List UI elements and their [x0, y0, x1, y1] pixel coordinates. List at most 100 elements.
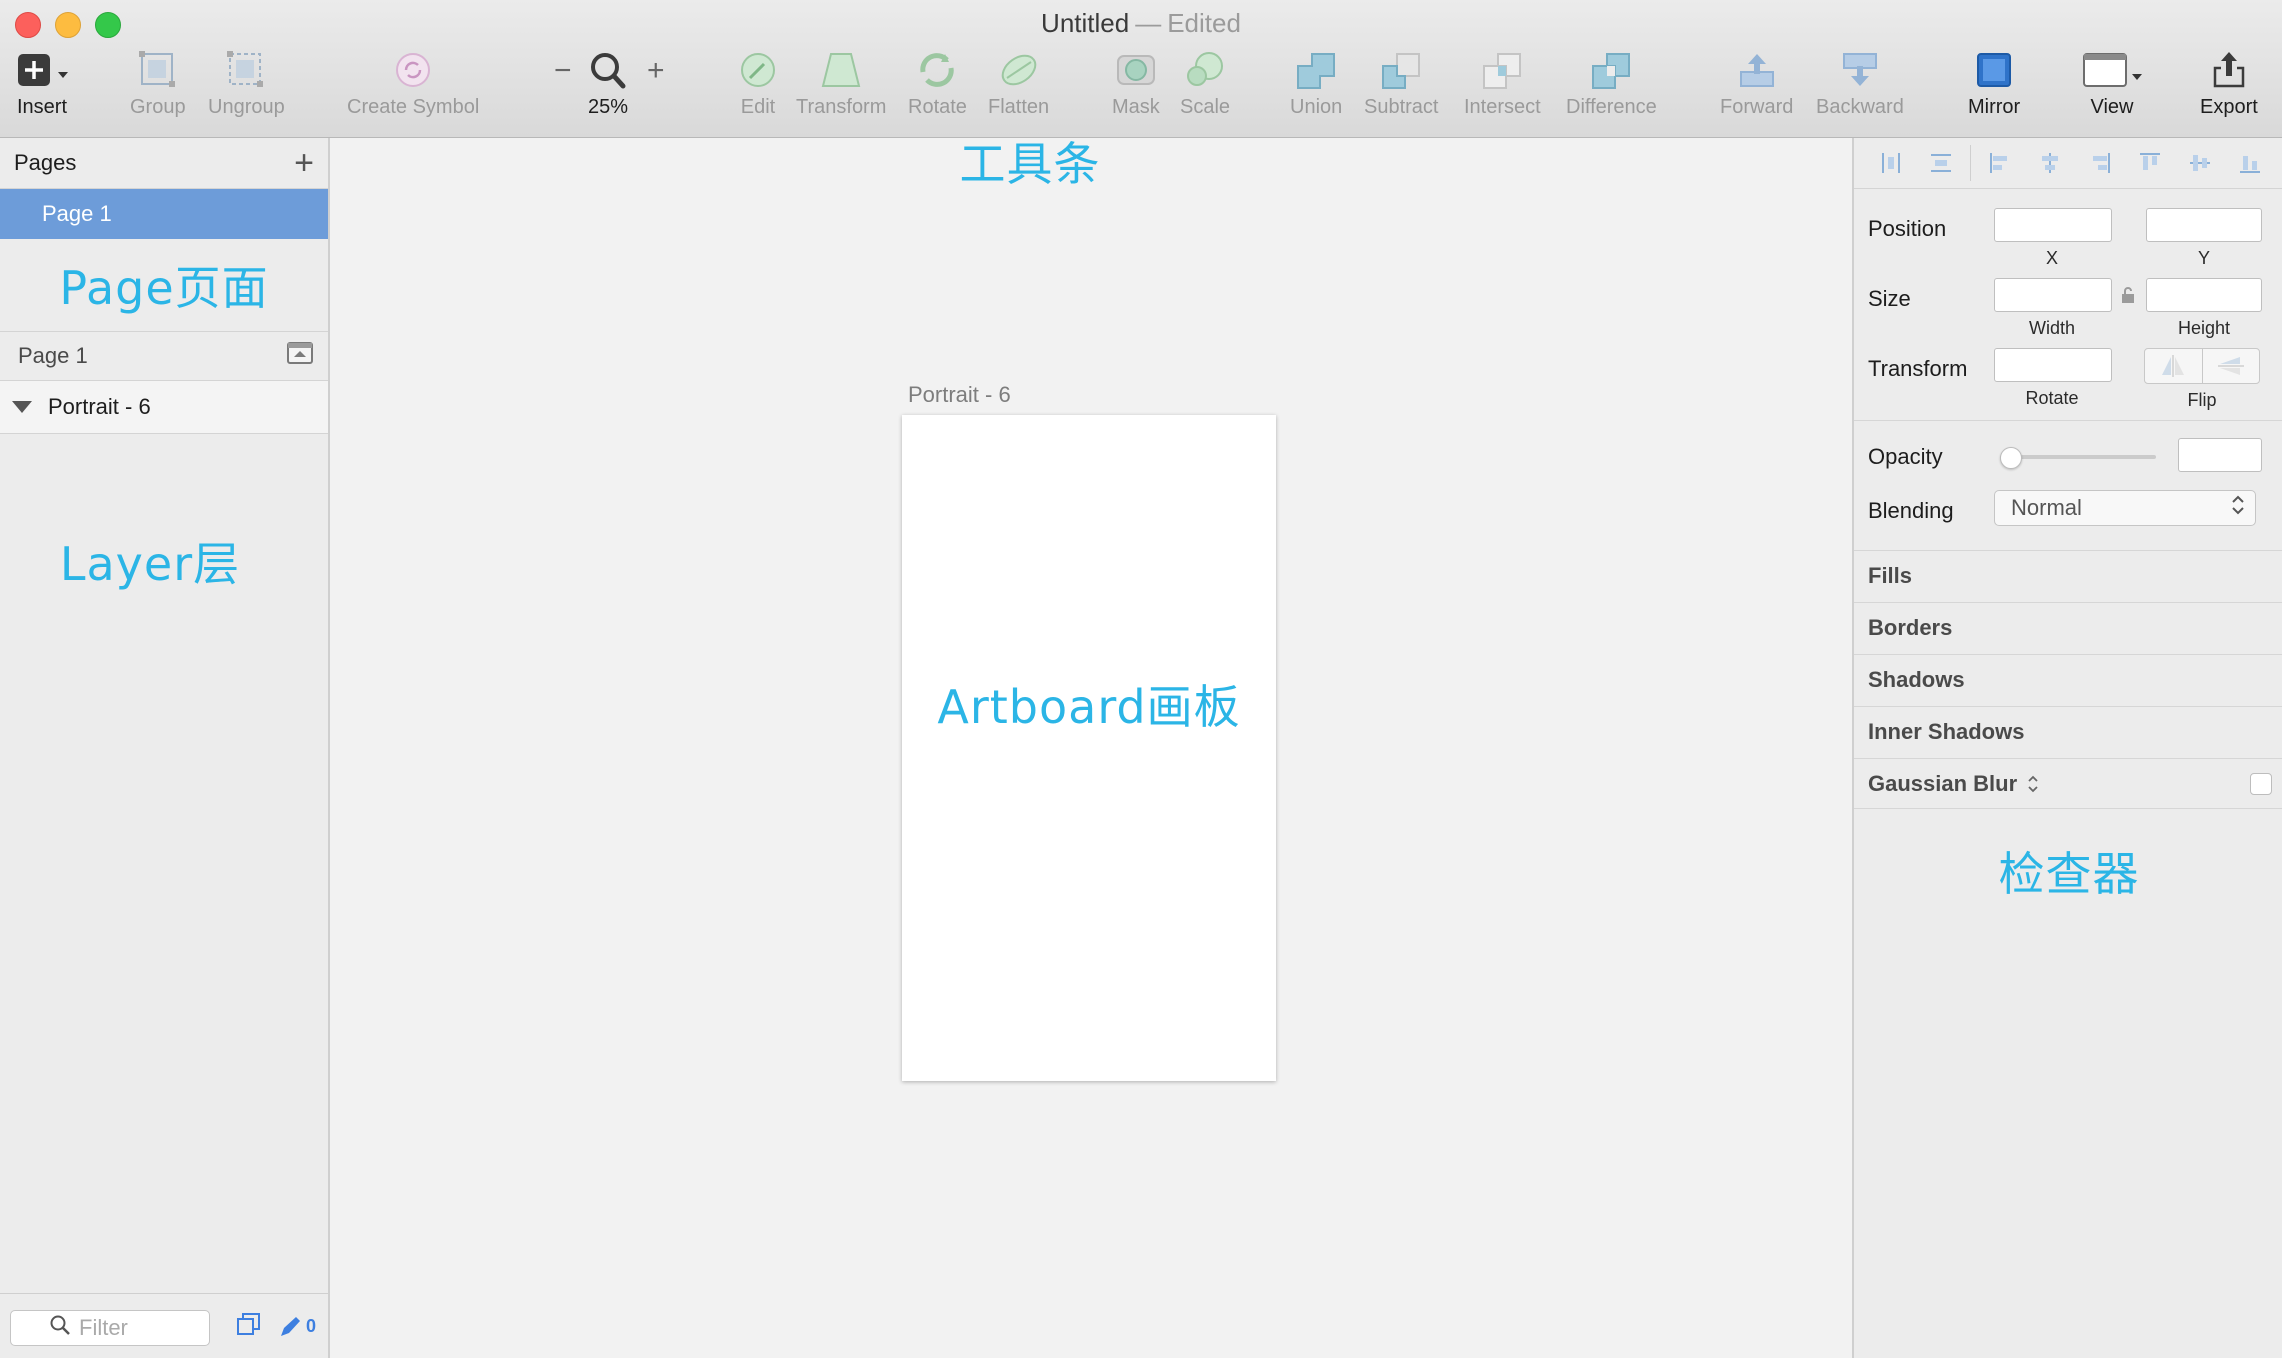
view-label: View: [2090, 96, 2134, 118]
flatten-button[interactable]: Flatten: [988, 48, 1049, 128]
flatten-icon: [997, 48, 1041, 92]
symbol-icon: [391, 48, 435, 92]
borders-section[interactable]: Borders: [1854, 602, 2282, 653]
flip-horizontal-button[interactable]: [2145, 349, 2202, 383]
layer-annotation: Layer层: [59, 537, 241, 591]
zoom-out-button[interactable]: −: [554, 54, 572, 88]
backward-button[interactable]: Backward: [1816, 48, 1904, 128]
ungroup-icon: [224, 48, 268, 92]
transform-button[interactable]: Transform: [796, 48, 886, 128]
document-status: Edited: [1167, 8, 1241, 38]
flip-control: [2144, 348, 2260, 384]
subtract-icon: [1379, 48, 1423, 92]
position-y-input[interactable]: [2146, 208, 2262, 242]
gaussian-blur-checkbox[interactable]: [2250, 772, 2272, 795]
up-down-chevron-icon: [2231, 494, 2245, 522]
opacity-input[interactable]: [2178, 438, 2262, 472]
layer-item[interactable]: Portrait - 6: [0, 381, 328, 434]
mirror-button[interactable]: Mirror: [1968, 48, 2020, 128]
sidebar-footer: Filter 0: [0, 1293, 328, 1358]
shadows-section[interactable]: Shadows: [1854, 654, 2282, 705]
shadows-label: Shadows: [1868, 667, 1965, 692]
ungroup-label: Ungroup: [208, 96, 285, 118]
union-button[interactable]: Union: [1290, 48, 1342, 128]
export-button[interactable]: Export: [2200, 48, 2258, 128]
align-left-icon[interactable]: [1975, 138, 2025, 188]
blur-type-chevron-icon[interactable]: [2027, 774, 2039, 794]
view-button[interactable]: View: [2080, 48, 2144, 128]
opacity-slider-track[interactable]: [2000, 455, 2156, 459]
position-x-input[interactable]: [1994, 208, 2112, 242]
rotate-input[interactable]: [1994, 348, 2112, 382]
blending-value: Normal: [2011, 495, 2082, 520]
align-bottom-icon[interactable]: [2225, 138, 2275, 188]
canvas[interactable]: 工具条 Portrait - 6 Artboard画板: [330, 137, 1852, 1358]
inner-shadows-section[interactable]: Inner Shadows: [1854, 706, 2282, 757]
filter-input[interactable]: Filter: [10, 1310, 210, 1346]
zoom-level: 25%: [587, 96, 629, 118]
insert-label: Insert: [16, 96, 68, 118]
alignment-bar: [1854, 138, 2282, 189]
blending-select[interactable]: Normal: [1994, 490, 2256, 526]
gaussian-blur-section[interactable]: Gaussian Blur: [1854, 758, 2282, 809]
zoom-in-button[interactable]: +: [647, 54, 665, 88]
distribute-horizontal-icon[interactable]: [1866, 138, 1916, 188]
scale-button[interactable]: Scale: [1180, 48, 1230, 128]
intersect-button[interactable]: Intersect: [1464, 48, 1541, 128]
artboard-annotation: Artboard画板: [937, 680, 1241, 734]
artboard-title[interactable]: Portrait - 6: [908, 382, 1011, 408]
align-right-icon[interactable]: [2075, 138, 2125, 188]
search-icon: [49, 1314, 71, 1342]
page-list-item[interactable]: Page 1: [0, 189, 328, 239]
insert-button[interactable]: Insert: [12, 48, 72, 128]
difference-button[interactable]: Difference: [1566, 48, 1657, 128]
rotate-icon: [915, 48, 959, 92]
collapse-icon[interactable]: [286, 341, 314, 371]
flip-vertical-button[interactable]: [2201, 349, 2260, 383]
align-center-icon[interactable]: [2025, 138, 2075, 188]
edit-filter-button[interactable]: 0: [278, 1315, 316, 1339]
lock-ratio-icon[interactable]: [2120, 286, 2136, 309]
scale-label: Scale: [1180, 96, 1231, 118]
align-middle-icon[interactable]: [2175, 138, 2225, 188]
pages-header: Pages +: [0, 138, 328, 189]
pencil-icon: [280, 1316, 300, 1336]
symbols-filter-icon[interactable]: [236, 1312, 262, 1341]
insert-icon: [12, 48, 72, 92]
artboard[interactable]: Artboard画板: [902, 415, 1276, 1081]
rotate-button[interactable]: Rotate: [908, 48, 967, 128]
left-sidebar: Pages + Page 1 Page页面 Page 1 Portrait - …: [0, 138, 330, 1358]
difference-label: Difference: [1566, 96, 1657, 118]
add-page-button[interactable]: +: [294, 146, 314, 180]
layer-page-header: Page 1: [0, 332, 328, 381]
mask-icon: [1114, 48, 1158, 92]
height-input[interactable]: [2146, 278, 2262, 312]
subtract-button[interactable]: Subtract: [1364, 48, 1438, 128]
align-top-icon[interactable]: [2125, 138, 2175, 188]
fills-section[interactable]: Fills: [1854, 550, 2282, 601]
bring-forward-icon: [1735, 48, 1779, 92]
forward-button[interactable]: Forward: [1720, 48, 1793, 128]
disclosure-triangle-icon[interactable]: [12, 401, 32, 413]
x-label: X: [2045, 248, 2058, 268]
distribute-vertical-icon[interactable]: [1916, 138, 1966, 188]
ungroup-button[interactable]: Ungroup: [208, 48, 285, 128]
create-symbol-button[interactable]: Create Symbol: [347, 48, 479, 128]
footer-icons: 0: [236, 1312, 316, 1341]
edit-icon: [736, 48, 780, 92]
size-label: Size: [1868, 286, 1911, 311]
zoom-button[interactable]: 25%: [586, 48, 630, 128]
union-label: Union: [1290, 96, 1343, 118]
opacity-slider-knob[interactable]: [2000, 447, 2022, 469]
edit-button[interactable]: Edit: [736, 48, 780, 128]
pages-title: Pages: [14, 150, 77, 175]
forward-label: Forward: [1720, 96, 1794, 118]
mask-button[interactable]: Mask: [1112, 48, 1160, 128]
union-icon: [1294, 48, 1338, 92]
export-icon: [2207, 48, 2251, 92]
height-label: Height: [2177, 318, 2231, 338]
width-input[interactable]: [1994, 278, 2112, 312]
view-icon: [2080, 48, 2144, 92]
flip-vertical-icon: [2217, 357, 2244, 375]
group-button[interactable]: Group: [130, 48, 186, 128]
